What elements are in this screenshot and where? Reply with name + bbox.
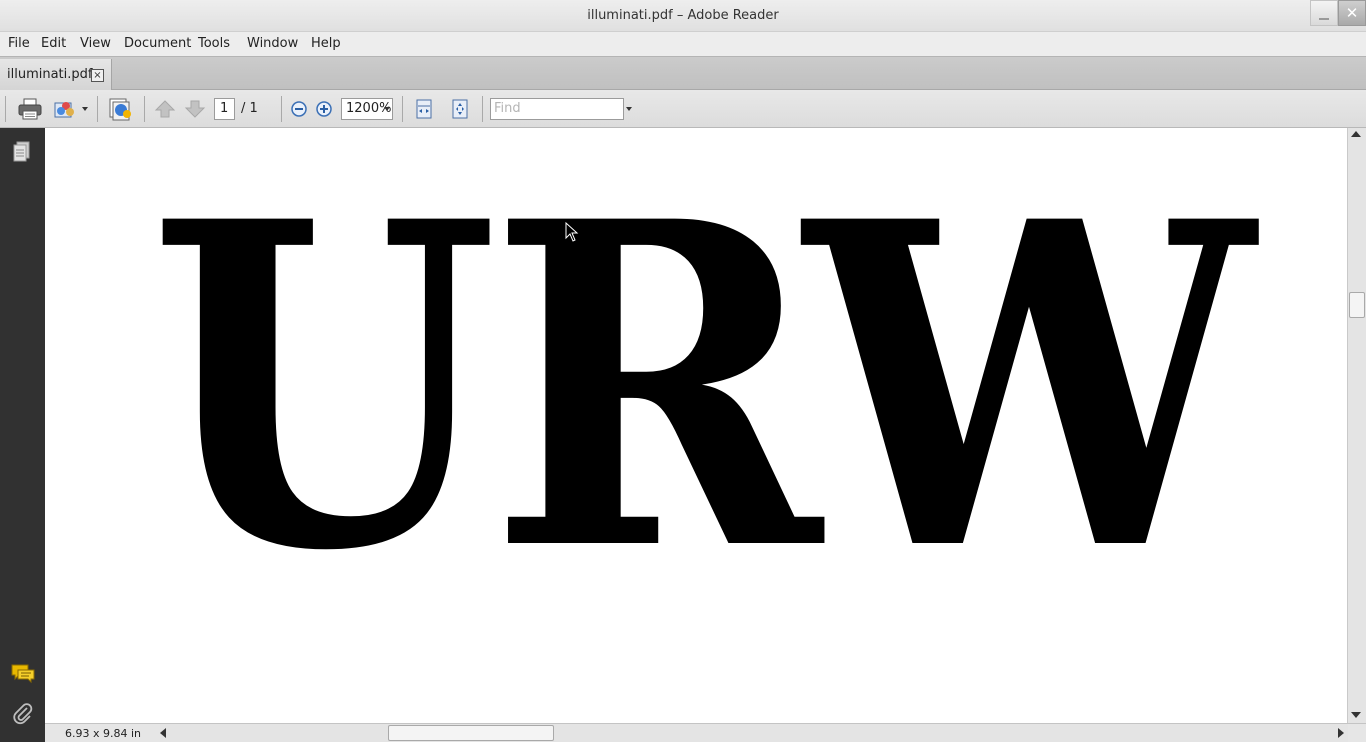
- zoom-out-icon[interactable]: [290, 100, 308, 118]
- title-bar: illuminati.pdf – Adobe Reader ✕: [0, 0, 1366, 32]
- tab-label: illuminati.pdf: [7, 67, 93, 82]
- toolbar-separator: [482, 96, 483, 122]
- tab-bar: illuminati.pdf ×: [0, 56, 1366, 91]
- document-view[interactable]: URW: [45, 128, 1347, 723]
- menu-file[interactable]: File: [8, 36, 30, 51]
- previous-page-icon[interactable]: [154, 99, 176, 119]
- menu-tools[interactable]: Tools: [198, 36, 230, 51]
- scroll-up-icon[interactable]: [1351, 131, 1361, 137]
- toolbar-separator: [402, 96, 403, 122]
- menu-window[interactable]: Window: [247, 36, 298, 51]
- horizontal-scroll-thumb[interactable]: [388, 725, 554, 741]
- toolbar-separator: [144, 96, 145, 122]
- document-text: URW: [149, 128, 1254, 648]
- fit-page-icon[interactable]: [450, 98, 470, 120]
- find-dropdown-icon[interactable]: [626, 107, 632, 111]
- zoom-dropdown-icon[interactable]: [384, 107, 390, 111]
- tab-document[interactable]: illuminati.pdf ×: [0, 59, 112, 91]
- window-title: illuminati.pdf – Adobe Reader: [587, 8, 779, 23]
- menu-edit[interactable]: Edit: [41, 36, 66, 51]
- zoom-in-icon[interactable]: [315, 100, 333, 118]
- mouse-cursor-icon: [565, 222, 579, 242]
- toolbar: 1 / 1 1200% Find: [0, 90, 1366, 128]
- menu-help[interactable]: Help: [311, 36, 341, 51]
- navigation-pane: [0, 128, 45, 742]
- horizontal-scrollbar[interactable]: [160, 724, 1348, 742]
- scroll-left-icon[interactable]: [160, 728, 166, 738]
- vertical-scroll-thumb[interactable]: [1349, 292, 1365, 318]
- scroll-right-icon[interactable]: [1338, 728, 1344, 738]
- page-number-input[interactable]: 1: [214, 98, 235, 120]
- toolbar-separator: [97, 96, 98, 122]
- menu-bar: File Edit View Document Tools Window Hel…: [0, 32, 1366, 56]
- email-share-icon[interactable]: [107, 96, 135, 122]
- printer-icon[interactable]: [17, 97, 43, 121]
- toolbar-separator: [281, 96, 282, 122]
- tab-close-icon[interactable]: ×: [91, 69, 104, 82]
- find-input[interactable]: Find: [490, 98, 624, 120]
- scroll-down-icon[interactable]: [1351, 712, 1361, 718]
- attachments-icon[interactable]: [11, 702, 35, 726]
- toolbar-grip: [5, 96, 6, 122]
- page-size-label: 6.93 x 9.84 in: [65, 727, 142, 740]
- page-total-label: / 1: [241, 101, 258, 116]
- collaborate-dropdown-icon[interactable]: [82, 107, 88, 111]
- menu-view[interactable]: View: [80, 36, 111, 51]
- pages-panel-icon[interactable]: [12, 140, 32, 164]
- fit-width-icon[interactable]: [414, 98, 434, 120]
- close-window-button[interactable]: ✕: [1338, 0, 1366, 26]
- status-bar: 6.93 x 9.84 in: [45, 723, 1366, 742]
- comments-icon[interactable]: [10, 662, 36, 684]
- collaborate-icon[interactable]: [53, 97, 79, 121]
- vertical-scrollbar[interactable]: [1347, 128, 1366, 723]
- menu-document[interactable]: Document: [124, 36, 191, 51]
- next-page-icon[interactable]: [184, 99, 206, 119]
- minimize-button[interactable]: [1310, 0, 1338, 26]
